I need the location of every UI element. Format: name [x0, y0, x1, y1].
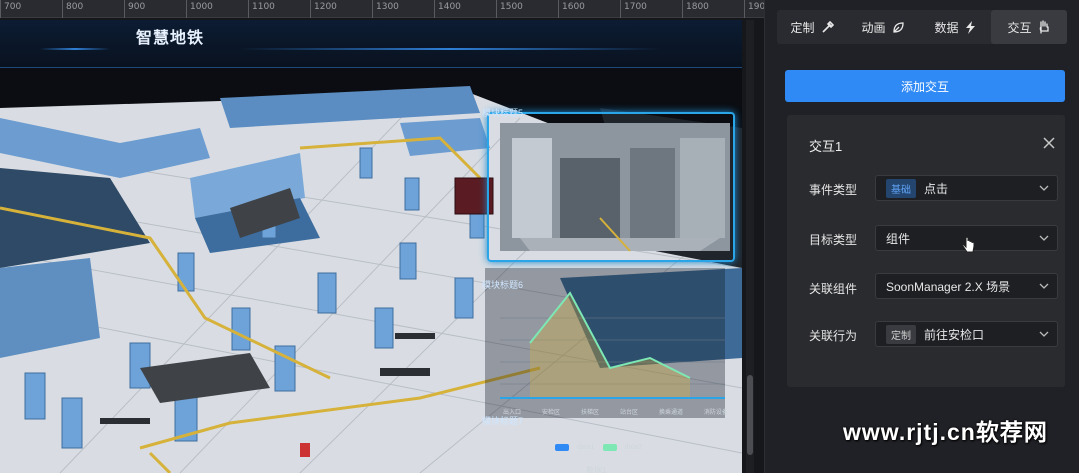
legend-label: data1: [577, 444, 595, 451]
legend-swatch: [555, 444, 569, 451]
tab-data[interactable]: 数据: [919, 10, 991, 44]
header-deco-line: [40, 48, 110, 50]
tab-label: 数据: [934, 20, 959, 35]
event-type-select[interactable]: 基础 点击: [875, 175, 1058, 201]
ruler-tick: 1800: [682, 0, 709, 18]
module-label: 模块标题5: [482, 108, 524, 118]
chart-axis-label: 消防设备: [703, 410, 728, 416]
ruler-tick: 1200: [310, 0, 337, 18]
scrollbar-thumb[interactable]: [747, 375, 753, 455]
linked-action-label: 关联行为: [809, 329, 858, 343]
leaf-icon: [892, 21, 904, 33]
legend-swatch: [602, 444, 617, 451]
tab-label: 交互: [1007, 20, 1032, 35]
event-type-value: 点击: [924, 181, 949, 196]
chart-axis-label: 安检区: [541, 410, 560, 416]
linked-component-value: SoonManager 2.X 场景: [886, 279, 1011, 294]
interaction-title: 交互1: [809, 139, 843, 154]
chart-axis-label: 扶梯区: [580, 410, 599, 416]
chart-axis-labels: 出入口 安检区 扶梯区 站台区 换乘通道 消防设备: [503, 407, 728, 416]
chart-axis-label: 换乘通道: [658, 410, 683, 416]
add-interaction-button[interactable]: 添加交互: [785, 70, 1065, 102]
tools-icon: [821, 20, 834, 33]
dashboard-preview[interactable]: 智慧地铁 模块标题5 模块标题6 模块标题7 出入口 安检区 扶梯区 站台区 换…: [0, 20, 742, 473]
ruler-tick: 1300: [372, 0, 399, 18]
tab-custom[interactable]: 定制: [777, 10, 847, 44]
tab-label: 定制: [790, 20, 815, 35]
ruler-tick: 1500: [496, 0, 523, 18]
chevron-down-icon: [1039, 235, 1049, 241]
tab-interaction[interactable]: 交互: [991, 10, 1067, 44]
tab-label: 动画: [861, 20, 886, 35]
linked-component-label: 关联组件: [809, 282, 858, 296]
target-type-label: 目标类型: [809, 233, 858, 247]
config-panel: 定制 动画 数据 交互 添加交互 交互1 事件类型 基础 点击 目标类型 组件 …: [764, 0, 1079, 473]
target-type-value: 组件: [886, 231, 911, 246]
chart-bottom-label: 数据1: [586, 466, 607, 473]
horizontal-ruler: 700 800 900 1000 1100 1200 1300 1400 150…: [0, 0, 764, 18]
site-watermark: www.rjtj.cn软荐网: [843, 419, 1048, 445]
linked-action-select[interactable]: 定制 前往安检口: [875, 321, 1058, 347]
ruler-tick: 1700: [620, 0, 647, 18]
close-icon[interactable]: [1043, 137, 1055, 149]
chevron-down-icon: [1039, 331, 1049, 337]
event-type-badge: 基础: [886, 178, 916, 198]
linked-action-badge: 定制: [886, 324, 916, 344]
dashboard-title: 智慧地铁: [135, 30, 204, 47]
chart-axis-label: 出入口: [503, 410, 522, 416]
chart-legend: data1 data2: [555, 444, 642, 451]
chevron-down-icon: [1039, 185, 1049, 191]
chevron-down-icon: [1039, 283, 1049, 289]
hand-icon: [1039, 20, 1049, 34]
canvas-scrollbar[interactable]: [746, 20, 754, 473]
event-type-label: 事件类型: [809, 183, 858, 197]
tab-animation[interactable]: 动画: [847, 10, 919, 44]
editor-canvas[interactable]: 700 800 900 1000 1100 1200 1300 1400 150…: [0, 0, 764, 473]
bolt-icon: [965, 20, 975, 34]
ruler-tick: 1000: [186, 0, 213, 18]
linked-action-value: 前往安检口: [924, 327, 985, 342]
ruler-tick: 700: [0, 0, 21, 18]
dashboard-header: 智慧地铁: [0, 20, 742, 68]
ruler-tick: 1900: [744, 0, 764, 18]
module-label: 模块标题6: [482, 280, 524, 290]
video-panel-frame[interactable]: [487, 112, 735, 262]
ruler-tick: 1100: [248, 0, 275, 18]
interaction-card: 交互1 事件类型 基础 点击 目标类型 组件 关联组件 SoonManager …: [787, 115, 1065, 387]
hand-pointer-icon: [962, 236, 975, 253]
chart-axis-label: 站台区: [619, 410, 638, 416]
legend-label: data2: [624, 444, 643, 451]
station-3d-scene[interactable]: 模块标题5 模块标题6 模块标题7 出入口 安检区 扶梯区 站台区 换乘通道 消…: [0, 68, 742, 473]
header-deco-line: [240, 48, 660, 50]
panel-tabs: 定制 动画 数据 交互: [777, 10, 1067, 44]
ruler-tick: 900: [124, 0, 145, 18]
linked-component-select[interactable]: SoonManager 2.X 场景: [875, 273, 1058, 299]
ruler-tick: 1400: [434, 0, 461, 18]
ruler-tick: 800: [62, 0, 83, 18]
app-root: 700 800 900 1000 1100 1200 1300 1400 150…: [0, 0, 1079, 473]
ruler-tick: 1600: [558, 0, 585, 18]
